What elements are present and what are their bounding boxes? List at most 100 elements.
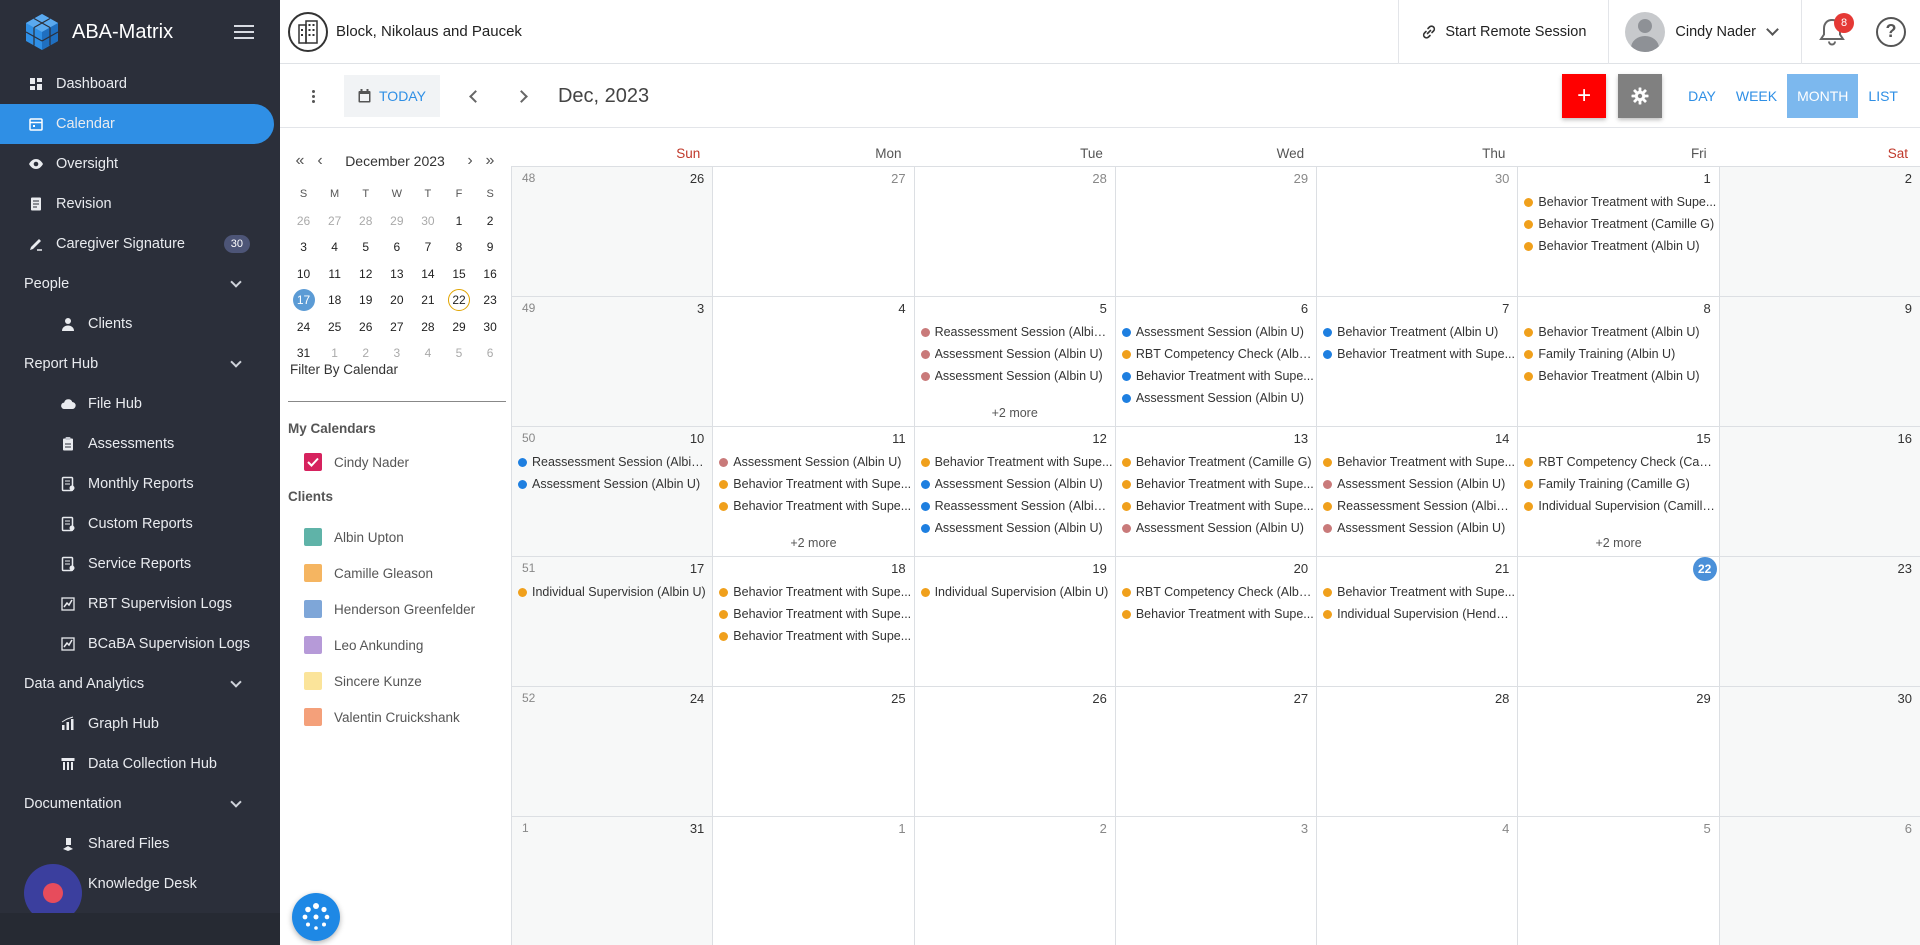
previous-year-icon[interactable]: « bbox=[290, 152, 310, 170]
mini-calendar-day[interactable]: 23 bbox=[475, 289, 506, 311]
mini-calendar-day[interactable]: 2 bbox=[475, 210, 506, 232]
mini-calendar-day[interactable]: 19 bbox=[350, 289, 381, 311]
calendar-event[interactable]: Behavior Treatment with Supe... bbox=[717, 473, 911, 495]
calendar-day-cell[interactable]: 5 Reassessment Session (Albin U) Assessmen… bbox=[913, 297, 1115, 426]
mini-calendar-day[interactable]: 7 bbox=[412, 236, 443, 258]
calendar-event[interactable]: Assessment Session (Albin U) bbox=[1120, 387, 1314, 409]
mini-calendar-day[interactable]: 8 bbox=[443, 236, 474, 258]
start-remote-session-button[interactable]: Start Remote Session bbox=[1399, 0, 1608, 64]
calendar-settings-button[interactable] bbox=[1618, 74, 1663, 118]
calendar-day-cell[interactable]: 15 RBT Competency Check (Camille G) Family… bbox=[1517, 427, 1718, 556]
calendar-event[interactable]: Behavior Treatment with Supe... bbox=[1321, 451, 1515, 473]
calendar-day-cell[interactable]: 12 Behavior Treatment with Supe... Assessm… bbox=[913, 427, 1115, 556]
checkbox-checked-icon[interactable] bbox=[304, 453, 322, 471]
mini-calendar-day[interactable]: 5 bbox=[443, 342, 474, 364]
mini-calendar-day[interactable]: 28 bbox=[412, 316, 443, 338]
mini-calendar-day[interactable]: 1 bbox=[319, 342, 350, 364]
user-menu[interactable]: Cindy Nader bbox=[1609, 0, 1801, 64]
mini-calendar-day[interactable]: 6 bbox=[475, 342, 506, 364]
mini-calendar-day[interactable]: 9 bbox=[475, 236, 506, 258]
mini-calendar-day[interactable]: 26 bbox=[288, 210, 319, 232]
calendar-event[interactable]: Reassessment Session (Albin U) bbox=[1321, 495, 1515, 517]
mini-calendar-day[interactable]: 26 bbox=[350, 316, 381, 338]
calendar-event[interactable]: Reassessment Session (Albin U) bbox=[919, 321, 1113, 343]
next-month-button[interactable] bbox=[508, 80, 540, 112]
mini-calendar-day[interactable]: 10 bbox=[288, 263, 319, 285]
calendar-event[interactable]: Individual Supervision (Camille G) bbox=[1522, 495, 1717, 517]
calendar-event[interactable]: Behavior Treatment with Supe... bbox=[1120, 473, 1314, 495]
sidebar-item-caregiver[interactable]: Caregiver Signature 30 bbox=[0, 224, 280, 264]
calendar-day-cell[interactable]: 14 Behavior Treatment with Supe... Assessm… bbox=[1316, 427, 1517, 556]
calendar-day-cell[interactable]: 30 bbox=[1718, 687, 1920, 816]
calendar-event[interactable]: Behavior Treatment with Supe... bbox=[717, 603, 911, 625]
client-color-checkbox[interactable] bbox=[304, 708, 322, 726]
mini-calendar-day[interactable]: 21 bbox=[412, 289, 443, 311]
sidebar-group-people[interactable]: People bbox=[0, 264, 280, 304]
calendar-day-cell[interactable]: 2 bbox=[1718, 167, 1920, 296]
calendar-day-cell[interactable]: 48 26 bbox=[511, 167, 713, 296]
calendar-day-cell[interactable]: 8 Behavior Treatment (Albin U) Family Trai… bbox=[1517, 297, 1718, 426]
calendar-event[interactable]: RBT Competency Check (Camille G) bbox=[1522, 451, 1717, 473]
calendar-day-cell[interactable]: 2 bbox=[913, 817, 1115, 945]
calendar-event[interactable]: Reassessment Session (Albin U) bbox=[516, 451, 710, 473]
mini-calendar-day[interactable]: 29 bbox=[381, 210, 412, 232]
calendar-filter-cindy-nader[interactable]: Cindy Nader bbox=[304, 453, 409, 471]
view-week-button[interactable]: WEEK bbox=[1726, 74, 1787, 118]
calendar-event[interactable]: Behavior Treatment with Supe... bbox=[1321, 343, 1515, 365]
mini-calendar-day[interactable]: 14 bbox=[412, 263, 443, 285]
sidebar-item-bcaba-supervision-logs[interactable]: BCaBA Supervision Logs bbox=[0, 624, 280, 664]
calendar-event[interactable]: Behavior Treatment (Camille G) bbox=[1522, 213, 1716, 235]
sidebar-item-dashboard[interactable]: Dashboard bbox=[0, 64, 280, 104]
view-list-button[interactable]: LIST bbox=[1858, 74, 1908, 118]
sidebar-item-clients[interactable]: Clients bbox=[0, 304, 280, 344]
sidebar-item-graph-hub[interactable]: Graph Hub bbox=[0, 704, 280, 744]
sidebar-item-calendar[interactable]: Calendar bbox=[0, 104, 274, 144]
calendar-event[interactable]: Assessment Session (Albin U) bbox=[919, 365, 1113, 387]
calendar-event[interactable]: Assessment Session (Albin U) bbox=[516, 473, 710, 495]
mini-calendar-day[interactable]: 17 bbox=[288, 289, 319, 312]
client-color-checkbox[interactable] bbox=[304, 600, 322, 618]
client-color-checkbox[interactable] bbox=[304, 672, 322, 690]
calendar-day-cell[interactable]: 11 Assessment Session (Albin U) Behavior T… bbox=[712, 427, 913, 556]
client-color-checkbox[interactable] bbox=[304, 564, 322, 582]
sidebar-item-data-collection-hub[interactable]: Data Collection Hub bbox=[0, 744, 280, 784]
calendar-event[interactable]: Assessment Session (Albin U) bbox=[1120, 321, 1314, 343]
calendar-filter-henderson-greenfelder[interactable]: Henderson Greenfelder bbox=[304, 591, 475, 627]
more-events-link[interactable]: +2 more bbox=[1518, 536, 1718, 550]
mini-calendar-day[interactable]: 12 bbox=[350, 263, 381, 285]
help-button[interactable]: ? bbox=[1862, 0, 1920, 64]
calendar-day-cell[interactable]: 6 Assessment Session (Albin U) RBT Compete… bbox=[1114, 297, 1316, 426]
mini-calendar-day[interactable]: 28 bbox=[350, 210, 381, 232]
sidebar-item-service-reports[interactable]: Service Reports bbox=[0, 544, 280, 584]
calendar-event[interactable]: Assessment Session (Albin U) bbox=[919, 517, 1113, 539]
calendar-day-cell[interactable]: 1 31 bbox=[511, 817, 713, 945]
calendar-day-cell[interactable]: 30 bbox=[1316, 167, 1517, 296]
calendar-day-cell[interactable]: 19 Individual Supervision (Albin U) bbox=[913, 557, 1115, 686]
mini-calendar-day[interactable]: 4 bbox=[319, 236, 350, 258]
mini-calendar-day[interactable]: 29 bbox=[443, 316, 474, 338]
calendar-day-cell[interactable]: 9 bbox=[1718, 297, 1920, 426]
calendar-event[interactable]: Assessment Session (Albin U) bbox=[1120, 517, 1314, 539]
calendar-day-cell[interactable]: 29 bbox=[1114, 167, 1316, 296]
calendar-event[interactable]: Assessment Session (Albin U) bbox=[717, 451, 911, 473]
calendar-event[interactable]: RBT Competency Check (Albin U) bbox=[1120, 343, 1314, 365]
calendar-filter-camille-gleason[interactable]: Camille Gleason bbox=[304, 555, 475, 591]
calendar-event[interactable]: Behavior Treatment with Supe... bbox=[919, 451, 1113, 473]
calendar-filter-leo-ankunding[interactable]: Leo Ankunding bbox=[304, 627, 475, 663]
menu-toggle-icon[interactable] bbox=[234, 20, 258, 44]
calendar-day-cell[interactable]: 4 bbox=[712, 297, 913, 426]
view-day-button[interactable]: DAY bbox=[1678, 74, 1726, 118]
sidebar-item-revision[interactable]: Revision bbox=[0, 184, 280, 224]
calendar-day-cell[interactable]: 6 bbox=[1718, 817, 1920, 945]
calendar-day-cell[interactable]: 51 17 Individual Supervision (Albin U) bbox=[511, 557, 713, 686]
sidebar-item-rbt-supervision-logs[interactable]: RBT Supervision Logs bbox=[0, 584, 280, 624]
calendar-event[interactable]: Behavior Treatment (Camille G) bbox=[1120, 451, 1314, 473]
calendar-event[interactable]: RBT Competency Check (Albin U) bbox=[1120, 581, 1314, 603]
calendar-day-cell[interactable]: 50 10 Reassessment Session (Albin U) Assess… bbox=[511, 427, 713, 556]
next-year-icon[interactable]: » bbox=[480, 152, 500, 170]
calendar-filter-albin-upton[interactable]: Albin Upton bbox=[304, 519, 475, 555]
calendar-day-cell[interactable]: 3 bbox=[1114, 817, 1316, 945]
mini-calendar-day[interactable]: 5 bbox=[350, 236, 381, 258]
today-button[interactable]: TODAY bbox=[344, 75, 440, 117]
calendar-event[interactable]: Behavior Treatment (Albin U) bbox=[1522, 235, 1716, 257]
